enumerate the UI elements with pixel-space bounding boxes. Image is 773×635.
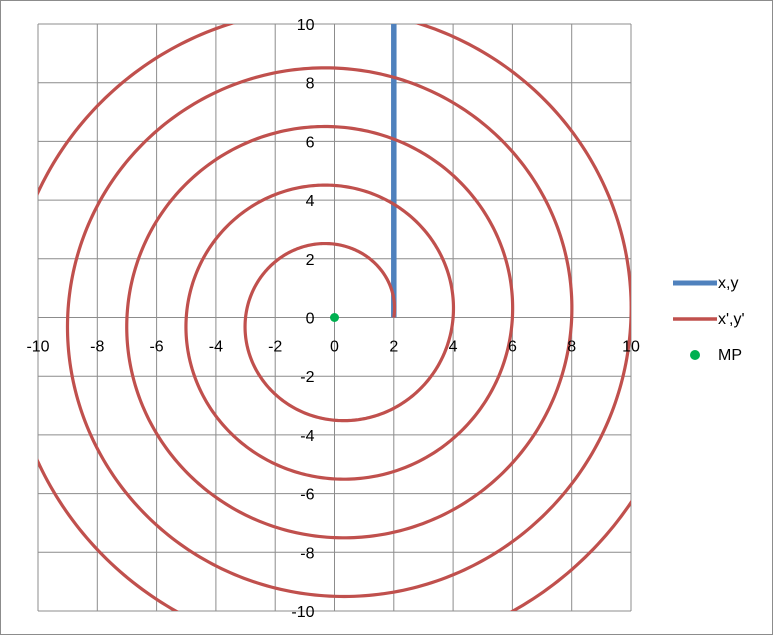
x-tick-label: 6 bbox=[508, 339, 517, 356]
y-tick-label: -10 bbox=[291, 604, 314, 621]
chart-svg: -10 -8 -6 -4 -2 0 2 4 6 8 10 -10 -8 -6 -4 -2 0 2 4 6 8 10 x,… bbox=[26, 17, 745, 621]
legend-swatch-2 bbox=[690, 350, 700, 360]
y-tick-label: -8 bbox=[300, 545, 314, 562]
x-tick-label: 10 bbox=[622, 339, 640, 356]
y-tick-label: -2 bbox=[300, 369, 314, 386]
legend-item-1: x',y' bbox=[673, 311, 745, 328]
legend-item-0: x,y bbox=[673, 275, 738, 292]
x-tick-label: 2 bbox=[389, 339, 398, 356]
x-tick-label: -6 bbox=[149, 339, 163, 356]
y-tick-label: 2 bbox=[306, 252, 315, 269]
y-tick-label: 8 bbox=[306, 76, 315, 93]
legend-label-1: x',y' bbox=[718, 311, 745, 328]
legend-item-2: MP bbox=[690, 347, 742, 364]
x-tick-label: -2 bbox=[268, 339, 282, 356]
y-tick-label: 10 bbox=[297, 17, 315, 34]
mp-point-0 bbox=[330, 313, 339, 322]
y-tick-label: 4 bbox=[306, 193, 315, 210]
y-tick-label: -6 bbox=[300, 487, 314, 504]
x-tick-label: -10 bbox=[26, 339, 49, 356]
x-tick-label: -4 bbox=[209, 339, 223, 356]
y-tick-label: -4 bbox=[300, 428, 314, 445]
legend-label-0: x,y bbox=[718, 275, 738, 292]
x-tick-label: -8 bbox=[90, 339, 104, 356]
y-tick-label: 0 bbox=[306, 311, 315, 328]
x-tick-label: 8 bbox=[567, 339, 576, 356]
chart-frame: -10 -8 -6 -4 -2 0 2 4 6 8 10 -10 -8 -6 -4 -2 0 2 4 6 8 10 x,… bbox=[0, 0, 773, 635]
x-tick-label: 4 bbox=[449, 339, 458, 356]
legend-label-2: MP bbox=[718, 347, 742, 364]
legend: x,y x',y' MP bbox=[673, 275, 745, 364]
x-tick-label: 0 bbox=[330, 339, 339, 356]
y-tick-label: 6 bbox=[306, 134, 315, 151]
